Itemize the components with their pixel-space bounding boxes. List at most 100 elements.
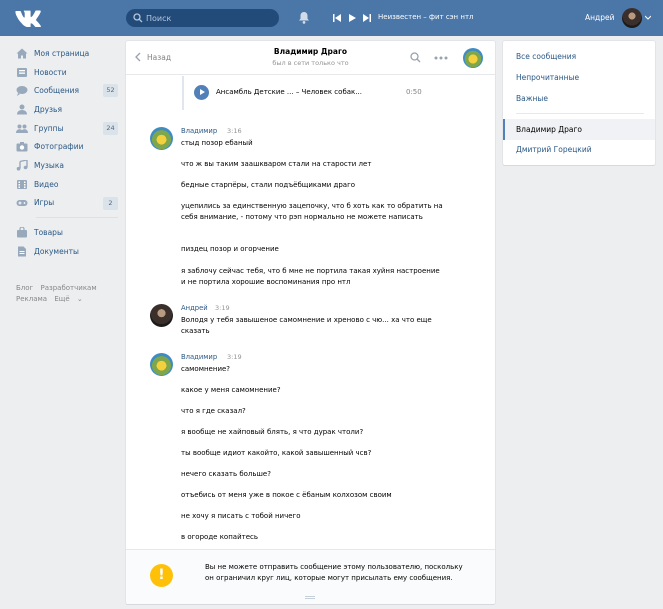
message-text: что я где сказал? — [181, 407, 246, 415]
footer-link-developers[interactable]: Разработчикам — [40, 284, 96, 292]
search-input[interactable] — [146, 12, 271, 24]
message-text: я вообще не хайповый блять, я что дурак … — [181, 428, 364, 436]
author-avatar[interactable] — [150, 127, 173, 150]
message-text: ты вообще идиот какойто, какой завышенны… — [181, 449, 372, 457]
audio-attachment: Ансамбль Детские ... – Человек собак... … — [182, 76, 422, 110]
footer-link-more[interactable]: Ещё ⌄ — [54, 295, 82, 303]
bell-icon[interactable] — [298, 11, 310, 24]
previous-track-icon[interactable] — [332, 13, 342, 23]
filters-divider — [516, 113, 644, 114]
message-text: пиздец позор и огорчение — [181, 245, 279, 253]
friends-icon — [17, 104, 27, 115]
groups-icon — [16, 124, 28, 133]
nav-item-messages[interactable]: Сообщения 52 — [14, 81, 118, 100]
peer-name[interactable]: Владимир Драго — [126, 47, 495, 56]
document-icon — [18, 246, 26, 257]
filter-unread[interactable]: Непрочитанные — [503, 67, 655, 88]
more-options-icon[interactable] — [434, 56, 448, 60]
message-text: Володя у тебя завышеное самомнение и хре… — [181, 316, 432, 335]
message-time[interactable]: 3:19 — [215, 304, 230, 312]
nav-label: Документы — [34, 246, 79, 256]
audio-title[interactable]: Ансамбль Детские ... – Человек собак... — [216, 88, 362, 96]
nav-item-music[interactable]: Музыка — [14, 156, 118, 175]
message-author[interactable]: Андрей — [181, 304, 208, 312]
play-icon[interactable] — [347, 13, 357, 23]
warning-icon: ! — [150, 564, 173, 587]
left-nav: Моя страница Новости Сообщения 52 Друзья… — [14, 44, 118, 261]
nav-item-my-page[interactable]: Моя страница — [14, 44, 118, 63]
nav-item-games[interactable]: Игры 2 — [14, 194, 118, 213]
nav-label: Фотографии — [34, 142, 84, 152]
search-icon — [133, 13, 143, 23]
nav-label: Товары — [34, 228, 63, 238]
peer-avatar[interactable] — [463, 48, 483, 68]
chat-header: Назад Владимир Драго был в сети только ч… — [126, 41, 495, 75]
peer-status: был в сети только что — [272, 59, 349, 67]
message-author[interactable]: Владимир — [181, 127, 217, 135]
nav-item-photos[interactable]: Фотографии — [14, 137, 118, 156]
nav-divider — [36, 217, 118, 219]
chat-panel: Назад Владимир Драго был в сети только ч… — [126, 41, 495, 604]
message-text: нечего сказать больше? — [181, 470, 271, 478]
message-text: не хочу я писать с тобой ничего — [181, 512, 301, 520]
message-time[interactable]: 3:16 — [227, 127, 242, 135]
nav-footer: Блог Разработчикам Реклама Ещё ⌄ — [16, 283, 116, 305]
music-icon — [16, 159, 28, 171]
vk-logo-icon[interactable] — [14, 9, 42, 27]
filter-all-messages[interactable]: Все сообщения — [503, 46, 655, 67]
audio-play-button[interactable] — [194, 85, 209, 100]
resize-handle[interactable] — [305, 596, 315, 599]
search-icon[interactable] — [410, 52, 421, 63]
top-bar: Неизвестен – фит сэн нтл Андрей — [0, 0, 663, 36]
nav-label: Моя страница — [34, 48, 90, 58]
filter-important[interactable]: Важные — [503, 88, 655, 109]
nav-item-friends[interactable]: Друзья — [14, 100, 118, 119]
news-icon — [17, 67, 27, 77]
message-text: какое у меня самомнение? — [181, 386, 281, 394]
dialog-filters: Все сообщения Непрочитанные Важные Влади… — [503, 41, 655, 165]
nav-label: Друзья — [34, 104, 62, 114]
nav-label: Новости — [34, 67, 67, 77]
nav-item-news[interactable]: Новости — [14, 63, 118, 82]
nav-label: Игры — [34, 198, 55, 208]
author-avatar[interactable] — [150, 304, 173, 327]
nav-item-video[interactable]: Видео — [14, 175, 118, 194]
home-icon — [16, 48, 28, 59]
messages-count-badge: 52 — [103, 84, 118, 98]
audio-duration: 0:50 — [406, 88, 422, 96]
conversation-item[interactable]: Дмитрий Горецкий — [503, 139, 655, 160]
footer-link-ads[interactable]: Реклама — [16, 295, 47, 303]
message-text: что ж вы таким заашкваром стали на старо… — [181, 160, 372, 168]
footer-more-label: Ещё — [54, 295, 70, 303]
message-text: отъебись от меня уже в покое с ёбаным ко… — [181, 491, 392, 499]
messages-icon — [16, 86, 28, 97]
message-time[interactable]: 3:19 — [227, 353, 242, 361]
games-count-badge: 2 — [103, 196, 118, 210]
next-track-icon[interactable] — [362, 13, 372, 23]
gamepad-icon — [16, 200, 28, 207]
footer-link-blog[interactable]: Блог — [16, 284, 33, 292]
header-user-name[interactable]: Андрей — [585, 13, 614, 22]
nav-label: Группы — [34, 123, 64, 133]
author-avatar[interactable] — [150, 353, 173, 376]
nav-label: Музыка — [34, 160, 64, 170]
nav-label: Видео — [34, 179, 59, 189]
message-text: в огороде копайтесь — [181, 533, 258, 541]
nav-item-goods[interactable]: Товары — [14, 223, 118, 242]
message-text: я заблочу сейчас тебя, что б мне не порт… — [181, 267, 440, 286]
search-box[interactable] — [126, 9, 279, 27]
message-author[interactable]: Владимир — [181, 353, 217, 361]
camera-icon — [16, 142, 28, 152]
message-text: самомнение? — [181, 365, 231, 373]
nav-item-documents[interactable]: Документы — [14, 242, 118, 261]
chevron-down-icon[interactable] — [645, 15, 651, 20]
conversation-item-active[interactable]: Владимир Драго — [503, 119, 655, 140]
message-text: стыд позор ебаный — [181, 139, 253, 147]
header-avatar[interactable] — [622, 8, 642, 28]
now-playing-track[interactable]: Неизвестен – фит сэн нтл — [378, 13, 474, 21]
message-text: уцепились за единственную зацепочку, что… — [181, 202, 443, 221]
nav-item-groups[interactable]: Группы 24 — [14, 119, 118, 138]
message-text: бедные старпёры, стали подъёбщиками драг… — [181, 181, 356, 189]
groups-count-badge: 24 — [103, 121, 118, 135]
nav-label: Сообщения — [34, 86, 80, 96]
